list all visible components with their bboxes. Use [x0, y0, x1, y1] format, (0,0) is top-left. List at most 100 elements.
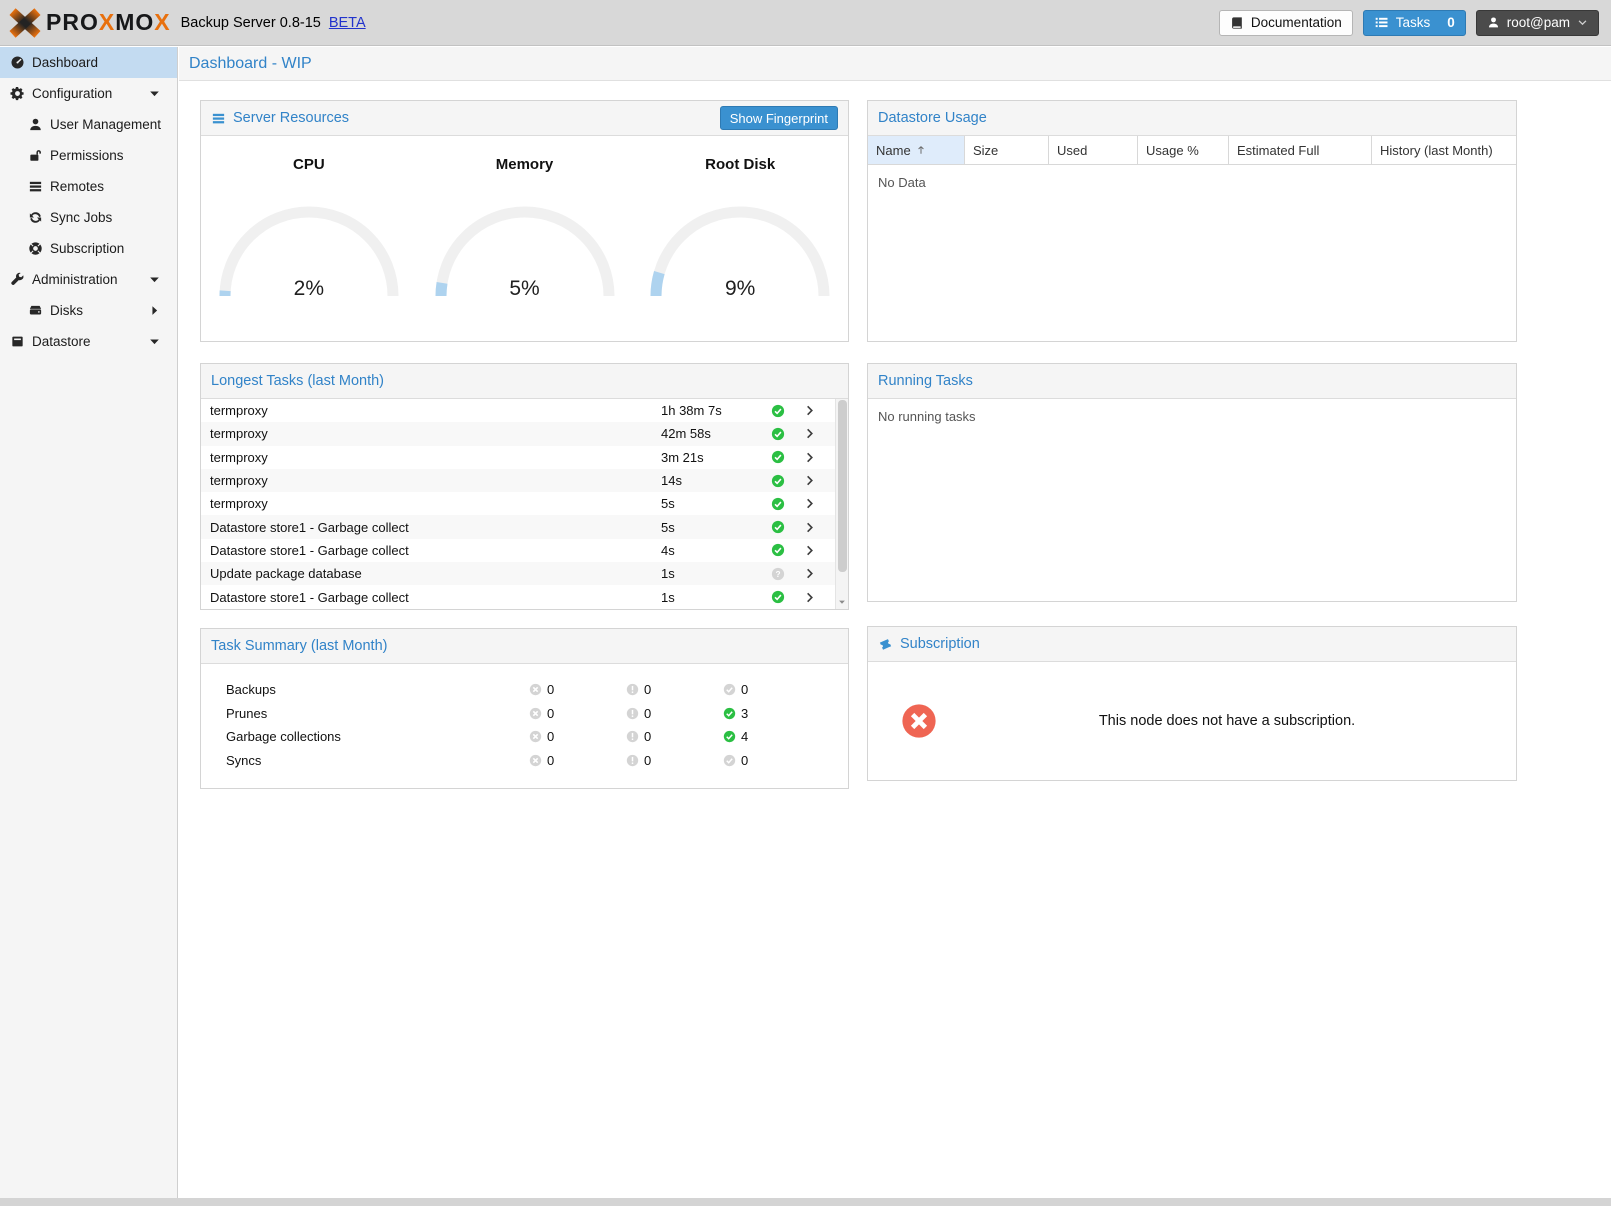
sidebar-item-subscription[interactable]: Subscription	[0, 233, 177, 264]
subscription-panel: Subscription This node does not have a s…	[867, 626, 1517, 781]
beta-link[interactable]: BETA	[329, 15, 366, 31]
scrollbar-thumb[interactable]	[838, 400, 847, 572]
unlock-icon	[28, 148, 43, 163]
task-row[interactable]: Update package database 1s ?	[201, 562, 835, 585]
chevron-right-icon[interactable]	[804, 474, 817, 487]
task-row[interactable]: termproxy 5s	[201, 492, 835, 515]
ok-count-icon	[723, 707, 736, 720]
vertical-scrollbar[interactable]	[835, 399, 848, 609]
sidebar-item-permissions[interactable]: Permissions	[0, 140, 177, 171]
summary-row-garbage-collections: Garbage collections 0 0 4	[201, 725, 848, 749]
warning-count-icon	[626, 754, 639, 767]
cpu-gauge: 2%	[214, 201, 404, 301]
page-header: Dashboard - WIP	[179, 47, 1611, 81]
documentation-button[interactable]: Documentation	[1219, 10, 1353, 36]
task-row[interactable]: termproxy 14s	[201, 469, 835, 492]
task-row[interactable]: termproxy 1h 38m 7s	[201, 399, 835, 422]
task-row[interactable]: termproxy 42m 58s	[201, 422, 835, 445]
longest-tasks-title: Longest Tasks (last Month)	[211, 373, 384, 389]
collapse-caret-icon[interactable]	[147, 86, 162, 101]
summary-row-prunes: Prunes 0 0 3	[201, 702, 848, 726]
chevron-down-icon	[1577, 17, 1588, 28]
chevron-right-icon[interactable]	[804, 567, 817, 580]
task-row[interactable]: termproxy 3m 21s	[201, 446, 835, 469]
memory-gauge: 5%	[430, 201, 620, 301]
ok-count-icon	[723, 683, 736, 696]
column-header-estimated-full[interactable]: Estimated Full	[1229, 136, 1372, 164]
task-status-icon	[771, 590, 785, 604]
gauge-icon	[10, 55, 25, 70]
cpu-gauge-value: 2%	[214, 277, 404, 301]
datastore-usage-title: Datastore Usage	[878, 110, 987, 126]
task-status-icon: ?	[771, 567, 785, 581]
root-disk-gauge-block: Root Disk 9%	[632, 156, 848, 301]
chevron-right-icon[interactable]	[804, 544, 817, 557]
sidebar-item-administration[interactable]: Administration	[0, 264, 177, 295]
chevron-right-icon[interactable]	[804, 497, 817, 510]
task-summary-title: Task Summary (last Month)	[211, 638, 387, 654]
error-count-icon	[529, 730, 542, 743]
collapse-caret-icon[interactable]	[147, 272, 162, 287]
longest-tasks-panel: Longest Tasks (last Month) termproxy 1h …	[200, 363, 849, 610]
cpu-gauge-block: CPU 2%	[201, 156, 417, 301]
task-status-icon	[771, 474, 785, 488]
chevron-right-icon[interactable]	[804, 404, 817, 417]
sidebar-item-configuration[interactable]: Configuration	[0, 78, 177, 109]
sync-icon	[28, 210, 43, 225]
sidebar-item-user-management[interactable]: User Management	[0, 109, 177, 140]
proxmox-logo: PROXMOX	[8, 8, 171, 38]
task-row[interactable]: Datastore store1 - Garbage collect 5s	[201, 515, 835, 538]
no-subscription-icon	[900, 702, 938, 740]
support-icon	[28, 241, 43, 256]
ok-count-icon	[723, 730, 736, 743]
collapse-caret-icon[interactable]	[147, 334, 162, 349]
tasks-button[interactable]: Tasks 0	[1363, 10, 1466, 36]
summary-row-syncs: Syncs 0 0 0	[201, 749, 848, 773]
wrench-icon	[10, 272, 25, 287]
sidebar-item-dashboard[interactable]: Dashboard	[0, 47, 177, 78]
datastore-table-header: Name Size Used Usage % Estimated Full Hi…	[868, 136, 1516, 165]
task-status-icon	[771, 497, 785, 511]
task-status-icon	[771, 543, 785, 557]
task-status-icon	[771, 427, 785, 441]
scrollbar-down-button[interactable]	[836, 596, 848, 608]
main-area: Dashboard - WIP Server Resources Show Fi…	[179, 47, 1611, 1198]
svg-text:?: ?	[775, 569, 780, 579]
server-resources-panel: Server Resources Show Fingerprint CPU 2%	[200, 100, 849, 342]
chevron-right-icon[interactable]	[804, 427, 817, 440]
no-running-tasks-text: No running tasks	[868, 399, 1516, 434]
running-tasks-panel: Running Tasks No running tasks	[867, 363, 1517, 602]
column-header-name[interactable]: Name	[868, 136, 965, 164]
task-row[interactable]: Datastore store1 - Garbage collect 4s	[201, 539, 835, 562]
column-header-used[interactable]: Used	[1049, 136, 1138, 164]
user-icon	[28, 117, 43, 132]
chevron-right-icon[interactable]	[804, 451, 817, 464]
no-data-text: No Data	[868, 165, 1516, 200]
datastore-usage-panel: Datastore Usage Name Size Used Usage % E…	[867, 100, 1517, 342]
task-row[interactable]: Datastore store1 - Garbage collect 1s	[201, 585, 835, 608]
show-fingerprint-button[interactable]: Show Fingerprint	[720, 106, 838, 130]
root-disk-gauge-value: 9%	[645, 277, 835, 301]
sidebar-item-disks[interactable]: Disks	[0, 295, 177, 326]
column-header-history[interactable]: History (last Month)	[1372, 136, 1516, 164]
task-status-icon	[771, 450, 785, 464]
remotes-list-icon	[28, 179, 43, 194]
error-count-icon	[529, 754, 542, 767]
user-menu-button[interactable]: root@pam	[1476, 10, 1599, 36]
ok-count-icon	[723, 754, 736, 767]
chevron-right-icon[interactable]	[804, 591, 817, 604]
sidebar-item-remotes[interactable]: Remotes	[0, 171, 177, 202]
bottom-bar	[0, 1198, 1611, 1206]
task-status-icon	[771, 404, 785, 418]
warning-count-icon	[626, 707, 639, 720]
task-summary-panel: Task Summary (last Month) Backups 0 0 0 …	[200, 628, 849, 789]
chevron-right-icon[interactable]	[804, 521, 817, 534]
tasks-count-badge: 0	[1447, 15, 1455, 30]
summary-row-backups: Backups 0 0 0	[201, 678, 848, 702]
task-status-icon	[771, 520, 785, 534]
sidebar-item-sync-jobs[interactable]: Sync Jobs	[0, 202, 177, 233]
column-header-usage-pct[interactable]: Usage %	[1138, 136, 1229, 164]
subscription-message: This node does not have a subscription.	[938, 713, 1516, 729]
sidebar-item-datastore[interactable]: Datastore	[0, 326, 177, 357]
column-header-size[interactable]: Size	[965, 136, 1049, 164]
